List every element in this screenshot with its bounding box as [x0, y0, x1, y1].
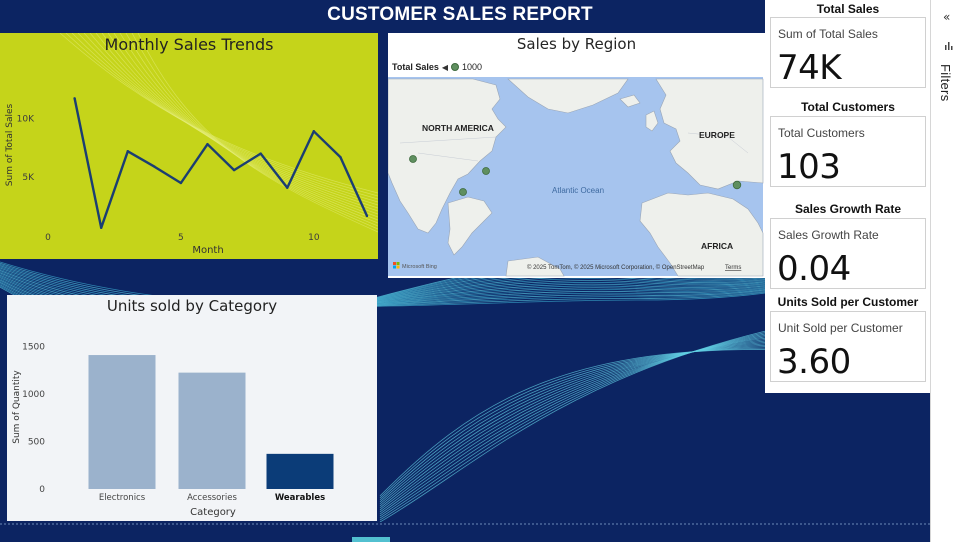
report-title: CUSTOMER SALES REPORT	[327, 4, 593, 25]
x-tick-label: Accessories	[187, 493, 237, 503]
x-axis-label: Month	[192, 245, 223, 256]
y-tick-label: 1500	[22, 343, 45, 353]
kpi-card-panel: Total Sales Sum of Total Sales 74K Total…	[765, 0, 931, 393]
europe-label: EUROPE	[699, 130, 735, 140]
card-header-sales-growth: Sales Growth Rate	[794, 202, 902, 216]
data-point[interactable]	[206, 143, 209, 146]
x-axis-label: Category	[190, 507, 236, 518]
card-total-sales[interactable]: Sum of Total Sales 74K	[770, 17, 926, 88]
x-tick-label: 10	[308, 233, 320, 243]
page-navigation-strip	[0, 522, 930, 542]
data-point[interactable]	[126, 150, 129, 153]
card-label: Sum of Total Sales	[778, 27, 878, 41]
card-value: 74K	[777, 48, 842, 88]
legend-arrow-icon: ◀	[441, 62, 449, 72]
map-bubble[interactable]	[459, 188, 467, 196]
card-label: Sales Growth Rate	[778, 228, 879, 242]
series-line[interactable]	[73, 98, 369, 229]
chart-title: Monthly Sales Trends	[104, 35, 274, 54]
double-chevron-left-icon[interactable]: «	[943, 10, 950, 24]
card-total-customers[interactable]: Total Customers 103	[770, 116, 926, 187]
units-by-category-chart[interactable]: Units sold by Category 0 500 1000 1500 Elect…	[7, 295, 377, 521]
page-tab[interactable]	[352, 537, 390, 542]
data-point[interactable]	[259, 152, 262, 155]
data-point[interactable]	[232, 168, 236, 172]
data-point[interactable]	[73, 97, 76, 100]
y-tick-label: 0	[39, 485, 45, 495]
chart-title: Units sold by Category	[106, 297, 278, 315]
x-tick-label: 5	[178, 233, 184, 243]
map-bubble[interactable]	[482, 167, 490, 175]
africa-label: AFRICA	[701, 241, 733, 251]
x-tick-label: Wearables	[275, 493, 325, 503]
filter-bars-icon[interactable]	[945, 40, 953, 50]
y-tick-label: 500	[28, 438, 45, 448]
x-tick-label: Electronics	[99, 493, 146, 503]
monthly-sales-chart[interactable]: Monthly Sales Trends 0 5 10 5K 10K Month Sum o…	[0, 33, 378, 259]
card-sales-growth-rate[interactable]: Sales Growth Rate 0.04	[770, 218, 926, 289]
data-point[interactable]	[179, 181, 183, 185]
y-tick-label: 1000	[22, 390, 45, 400]
line-chart-plot[interactable]: 0 5 10 5K 10K Month Sum of Total Sales	[0, 33, 378, 259]
filters-pane: « Filters	[930, 0, 965, 542]
data-point[interactable]	[312, 130, 316, 133]
card-value: 0.04	[777, 249, 851, 289]
ocean-label: Atlantic Ocean	[552, 186, 604, 195]
map-bubble[interactable]	[409, 155, 417, 163]
card-header-total-sales: Total Sales	[816, 2, 880, 16]
data-point[interactable]	[365, 214, 369, 218]
svg-text:Microsoft Bing: Microsoft Bing	[402, 264, 437, 270]
y-tick-label: 5K	[22, 173, 35, 183]
legend-title: Total Sales	[392, 62, 439, 72]
y-tick-label: 10K	[17, 114, 35, 124]
map-attribution: © 2025 TomTom, © 2025 Microsoft Corporat…	[527, 264, 705, 271]
y-axis-label: Sum of Total Sales	[5, 103, 15, 186]
map-legend: Total Sales ◀ 1000	[392, 62, 482, 72]
card-header-units-per-customer: Units Sold per Customer	[777, 295, 919, 309]
map-terms-link[interactable]: Terms	[725, 265, 741, 271]
bar-wearables[interactable]	[266, 453, 334, 489]
data-point[interactable]	[286, 186, 289, 189]
card-label: Total Customers	[778, 126, 865, 140]
sales-by-region-map[interactable]: Sales by Region Total Sales ◀ 1000 NORTH…	[388, 33, 765, 278]
bar-chart-plot[interactable]: 0 500 1000 1500 Electronics Accessories Wearab…	[7, 295, 377, 521]
card-value: 103	[777, 147, 841, 187]
data-point[interactable]	[339, 155, 342, 159]
card-units-per-customer[interactable]: Unit Sold per Customer 3.60	[770, 311, 926, 382]
data-point[interactable]	[99, 226, 103, 229]
map-title: Sales by Region	[516, 35, 637, 53]
filters-label[interactable]: Filters	[938, 64, 953, 102]
card-label: Unit Sold per Customer	[778, 321, 903, 335]
legend-value: 1000	[462, 62, 483, 72]
data-point[interactable]	[153, 165, 156, 168]
card-header-total-customers: Total Customers	[801, 100, 895, 114]
north-america-label: NORTH AMERICA	[422, 123, 494, 133]
map-bubble[interactable]	[732, 180, 742, 190]
card-value: 3.60	[777, 342, 851, 382]
x-tick-label: 0	[45, 233, 51, 243]
bar-accessories[interactable]	[178, 372, 246, 489]
y-axis-label: Sum of Quantity	[12, 370, 22, 444]
bar-electronics[interactable]	[88, 355, 156, 489]
legend-bubble-icon	[451, 63, 460, 71]
